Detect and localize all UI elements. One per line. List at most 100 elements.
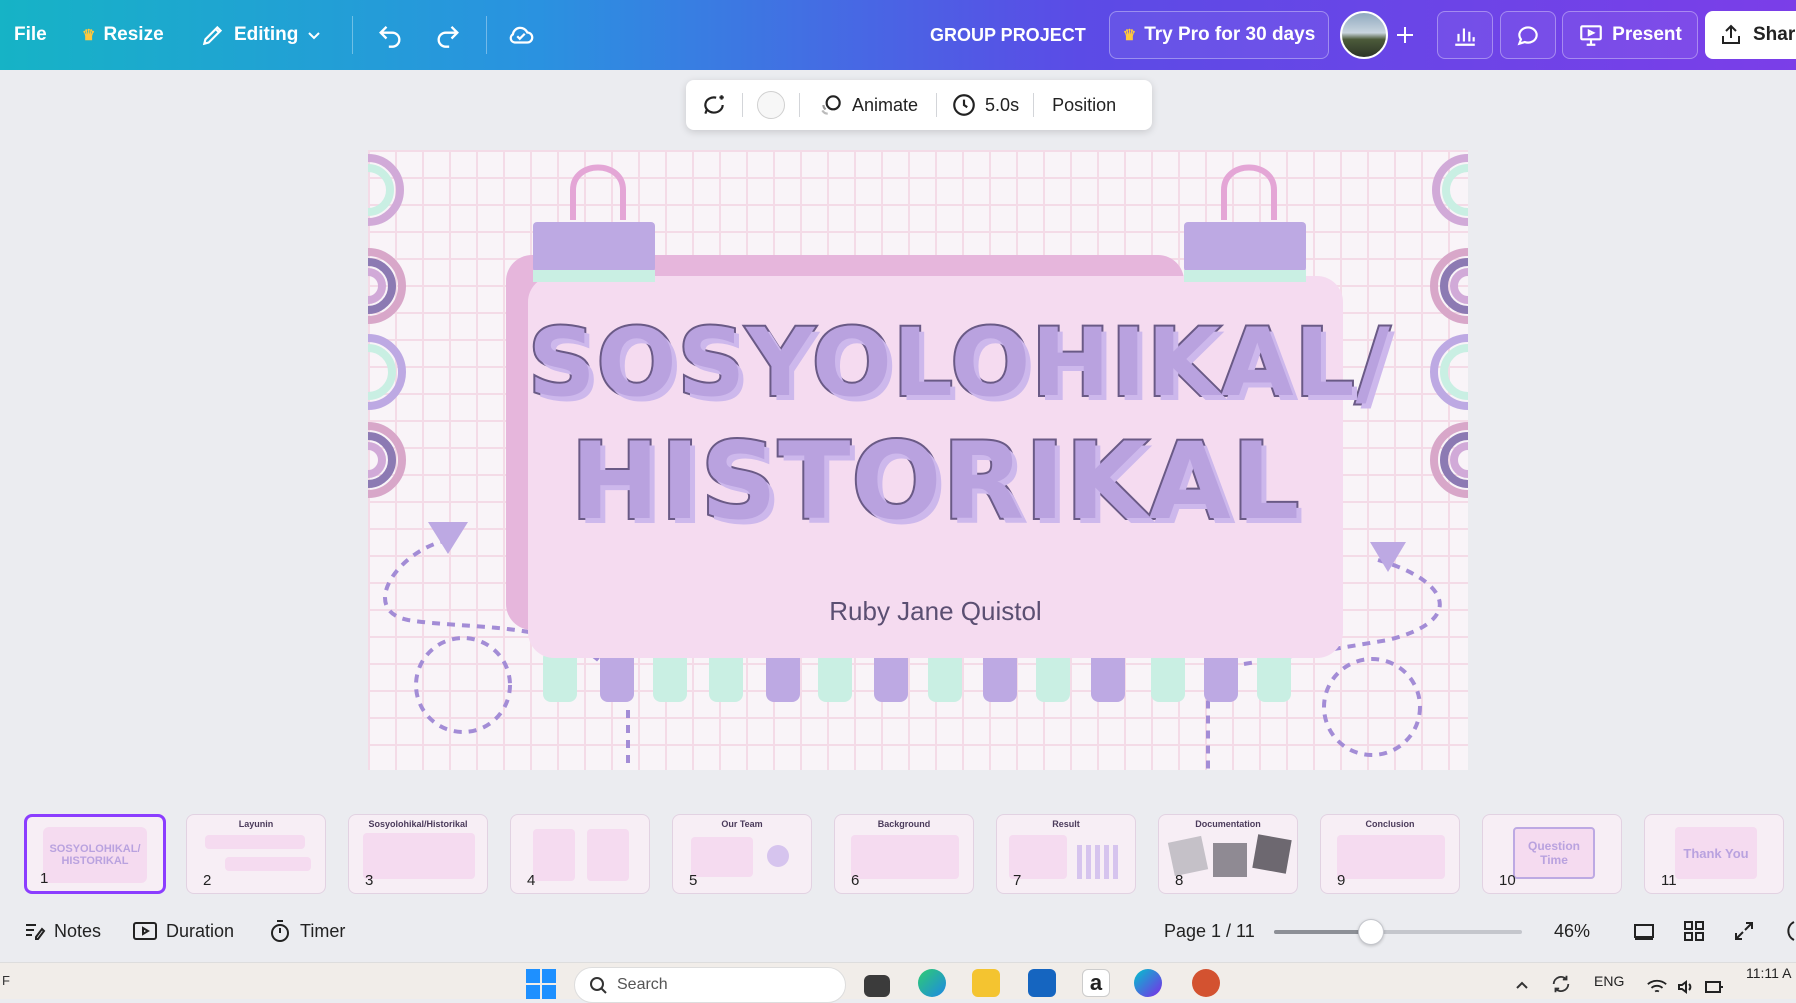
left-rainbow-decoration: [368, 154, 406, 498]
cloud-saved-button[interactable]: [506, 0, 536, 70]
thumbnail-number: 10: [1499, 872, 1516, 889]
toolbar-divider: [352, 16, 353, 54]
page-indicator-label: Page 1 / 11: [1164, 920, 1255, 941]
avatar[interactable]: [1340, 11, 1388, 59]
help-icon: [1787, 921, 1795, 941]
timer-label: Timer: [300, 920, 346, 941]
windows-start-icon[interactable]: [526, 969, 556, 999]
project-title[interactable]: GROUP PROJECT: [930, 0, 1086, 70]
fullscreen-button[interactable]: [1732, 900, 1756, 962]
thumbnail-title: Documentation: [1195, 819, 1261, 829]
bar-chart-icon: [1455, 28, 1475, 46]
chevron-up-icon[interactable]: [1514, 977, 1530, 993]
present-button[interactable]: Present: [1562, 11, 1698, 59]
editor-footer: Notes Duration Timer Page 1 / 11 46%: [0, 900, 1796, 962]
file-explorer-icon[interactable]: [972, 969, 1000, 997]
thumbnail-page-3[interactable]: Sosyolohikal/Historikal 3: [348, 814, 488, 894]
thumbnail-page-2[interactable]: Layunin 2: [186, 814, 326, 894]
thumbnail-title: Layunin: [238, 819, 274, 829]
notes-button[interactable]: Notes: [22, 900, 101, 962]
slide-title-line2: HISTORIKAL: [569, 420, 1302, 543]
thumbnail-number: 5: [689, 872, 698, 889]
thumbnail-preview: [587, 829, 629, 881]
microsoft-store-icon[interactable]: [1028, 969, 1056, 997]
try-pro-label: Try Pro for 30 days: [1144, 24, 1316, 45]
insights-button[interactable]: [1437, 11, 1493, 59]
thumbnail-title-line2: HISTORIKAL: [61, 855, 129, 867]
duration-button[interactable]: 5.0s: [937, 80, 1033, 130]
page-thumbnails: SOSYOLOHIKAL/ HISTORIKAL 1 Layunin 2 Sos…: [0, 800, 1796, 900]
volume-icon[interactable]: [1676, 977, 1696, 997]
grid-view-button[interactable]: [1682, 900, 1706, 962]
amazon-icon[interactable]: a: [1082, 969, 1110, 997]
battery-icon[interactable]: [1704, 977, 1724, 997]
zoom-slider[interactable]: [1274, 919, 1522, 945]
clock-time[interactable]: 11:11 A: [1746, 965, 1791, 981]
color-picker-button[interactable]: [743, 80, 799, 130]
zoom-slider-handle[interactable]: [1358, 919, 1384, 945]
taskbar-edge-letter: F: [2, 973, 10, 988]
comments-button[interactable]: [1500, 11, 1556, 59]
thumbnail-title: Question Time: [1527, 839, 1580, 867]
binder-clip-left: [533, 164, 655, 282]
powerpoint-icon[interactable]: [1192, 969, 1220, 997]
thumbnail-page-1[interactable]: SOSYOLOHIKAL/ HISTORIKAL 1: [24, 814, 166, 894]
zoom-level[interactable]: 46%: [1554, 900, 1590, 962]
taskbar-search[interactable]: Search: [574, 967, 846, 1003]
slide-title[interactable]: SOSYOLOHIKAL/ HISTORIKAL: [526, 305, 1392, 543]
thumbnail-preview: [205, 835, 305, 849]
position-button[interactable]: Position: [1034, 80, 1134, 130]
undo-button[interactable]: [376, 0, 404, 70]
stopwatch-icon: [271, 920, 289, 942]
play-box-icon: [133, 922, 157, 940]
duration-button[interactable]: Duration: [132, 900, 234, 962]
thumbnail-preview: Thank You: [1675, 827, 1757, 879]
animate-button[interactable]: Animate: [800, 80, 936, 130]
plus-icon: [1397, 27, 1413, 43]
thumbnail-title: Background: [877, 819, 931, 829]
windows-logo-pane: [542, 969, 556, 983]
wifi-icon[interactable]: [1646, 977, 1668, 997]
single-page-icon: [1634, 924, 1654, 940]
add-collaborator-button[interactable]: [1394, 0, 1416, 70]
thumbnail-preview: [1337, 835, 1445, 879]
try-pro-button[interactable]: ♛ Try Pro for 30 days: [1109, 11, 1329, 59]
canva-app-icon[interactable]: [1134, 969, 1162, 997]
zoom-label: 46%: [1554, 920, 1591, 941]
edge-browser-icon[interactable]: [918, 969, 946, 997]
editing-mode-dropdown[interactable]: Editing: [200, 0, 322, 70]
sync-icon[interactable]: [1550, 973, 1572, 995]
file-menu-button[interactable]: File: [14, 0, 47, 70]
thumbnail-preview: [691, 837, 753, 877]
redo-button[interactable]: [434, 0, 462, 70]
resize-button[interactable]: ♛ Resize: [82, 0, 164, 70]
timer-button[interactable]: Timer: [268, 900, 345, 962]
crown-icon: ♛: [1122, 27, 1137, 44]
thumbnail-page-10[interactable]: Question Time 10: [1482, 814, 1622, 894]
thumbnail-page-7[interactable]: Result 7: [996, 814, 1136, 894]
ai-edit-button[interactable]: [686, 80, 742, 130]
editing-label: Editing: [234, 24, 299, 45]
help-button[interactable]: [1782, 900, 1796, 962]
task-view-icon[interactable]: [864, 975, 890, 997]
thumbnail-page-5[interactable]: Our Team 5: [672, 814, 812, 894]
thumbnail-page-9[interactable]: Conclusion 9: [1320, 814, 1460, 894]
language-indicator[interactable]: ENG: [1594, 973, 1624, 989]
thumbnail-page-6[interactable]: Background 6: [834, 814, 974, 894]
slide-author[interactable]: Ruby Jane Quistol: [528, 596, 1343, 627]
os-taskbar: F Search a ENG 11:11 A: [0, 962, 1796, 1003]
thumbnail-page-8[interactable]: Documentation 8: [1158, 814, 1298, 894]
notes-icon: [26, 924, 46, 940]
thumbnail-title: Conclusion: [1365, 819, 1415, 829]
windows-logo-pane: [526, 969, 540, 983]
share-button[interactable]: Share: [1705, 11, 1796, 59]
thumbnail-title: Result: [1052, 819, 1080, 829]
thumbnail-page-4[interactable]: 4: [510, 814, 650, 894]
single-page-view-button[interactable]: [1632, 900, 1656, 962]
slide-canvas[interactable]: SOSYOLOHIKAL/ HISTORIKAL Ruby Jane Quist…: [368, 150, 1468, 770]
comment-icon: [1517, 26, 1538, 46]
thumbnail-preview: [363, 833, 475, 879]
page-indicator[interactable]: Page 1 / 11: [1164, 900, 1255, 962]
thumbnail-page-11[interactable]: Thank You 11: [1644, 814, 1784, 894]
thumbnail-preview: [1077, 845, 1121, 879]
